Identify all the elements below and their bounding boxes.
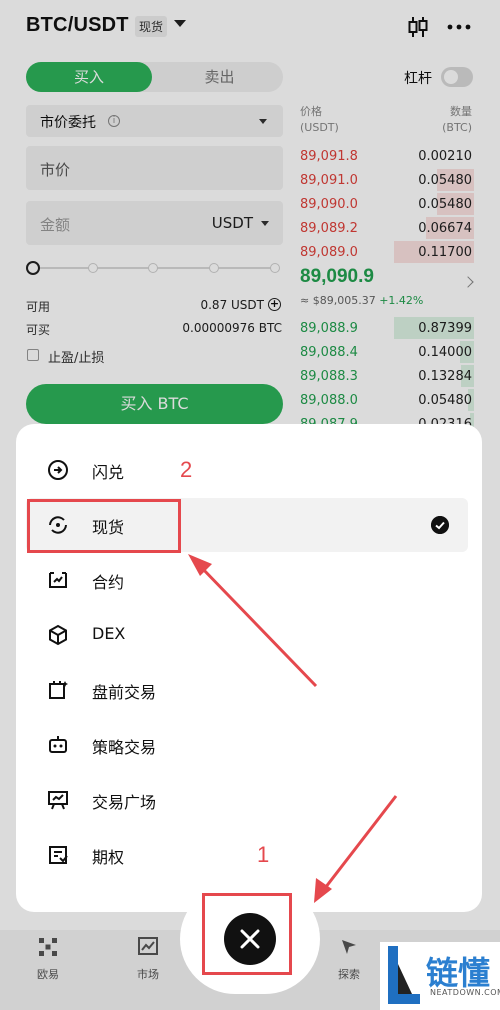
watermark-url: NEATDOWN.COM	[430, 988, 500, 997]
watermark-logo-icon	[388, 946, 420, 1004]
annotation-arrows	[188, 554, 398, 903]
